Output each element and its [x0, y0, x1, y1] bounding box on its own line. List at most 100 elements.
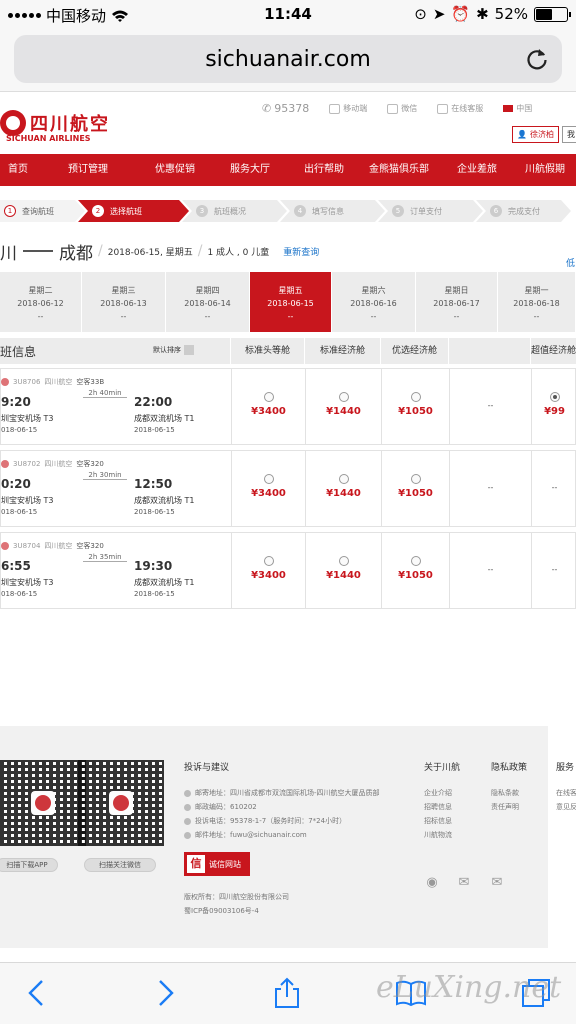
- my-account-button[interactable]: 我: [561, 126, 576, 143]
- wechat-link[interactable]: 微信: [387, 103, 417, 114]
- destination-city: 成都: [59, 243, 93, 264]
- fare-cell[interactable]: ¥1440: [305, 533, 381, 608]
- nav-service-hall[interactable]: 服务大厅: [210, 154, 290, 186]
- aircraft-type[interactable]: 空客320: [76, 541, 103, 551]
- step-number: 6: [490, 205, 502, 217]
- flight-info: 3U8704 四川航空 空客320 2h 35min 6:55 19:30 圳宝安机场 T3…: [1, 533, 231, 608]
- service-link[interactable]: 在线客: [556, 788, 576, 798]
- phone-icon: ✆: [262, 102, 272, 115]
- mail-icon[interactable]: ✉: [489, 876, 505, 890]
- step-label: 航班概况: [214, 206, 246, 216]
- privacy-link[interactable]: 责任声明: [491, 802, 519, 812]
- download-app-button[interactable]: 扫描下载APP: [0, 858, 58, 872]
- fare-price: ¥1050: [398, 488, 433, 499]
- fare-cell[interactable]: ¥1050: [381, 369, 449, 444]
- fare-radio[interactable]: [338, 556, 349, 566]
- route-arrow: [23, 250, 53, 252]
- credit-site-badge[interactable]: 信诚信网站: [184, 852, 250, 876]
- nav-panda-club[interactable]: 金熊猫俱乐部: [358, 154, 440, 186]
- nav-promotions[interactable]: 优惠促销: [140, 154, 210, 186]
- date-price: --: [204, 312, 211, 321]
- low-price-link[interactable]: 低: [566, 256, 575, 269]
- back-icon[interactable]: [22, 977, 54, 1009]
- privacy-link[interactable]: 隐私条款: [491, 788, 519, 798]
- language-label: 中国: [516, 104, 533, 113]
- step-search: 1 查询航班: [0, 200, 85, 222]
- about-link[interactable]: 企业介绍: [424, 788, 452, 798]
- departure-time: 0:20: [1, 477, 31, 491]
- departure-date: 018-06-15: [1, 426, 38, 434]
- share-icon[interactable]: [271, 977, 303, 1009]
- step-label: 选择航班: [110, 206, 142, 216]
- col-economy: 标准经济舱: [304, 338, 380, 364]
- date-tab[interactable]: 星期一 2018-06-18 --: [498, 272, 576, 332]
- fare-radio[interactable]: [549, 392, 560, 402]
- app-qr-code: [0, 760, 86, 846]
- date-tab[interactable]: 星期六 2018-06-16 --: [332, 272, 416, 332]
- date-value: 2018-06-18: [513, 299, 560, 308]
- nav-booking[interactable]: 预订管理: [36, 154, 140, 186]
- battery-icon: [534, 6, 571, 22]
- nav-business-travel[interactable]: 企业差旅: [440, 154, 514, 186]
- departure-airport: 圳宝安机场 T3: [1, 414, 54, 423]
- reload-icon[interactable]: [524, 46, 550, 72]
- fare-cell[interactable]: ¥1050: [381, 451, 449, 526]
- fare-radio[interactable]: [410, 474, 421, 484]
- mobile-link[interactable]: 移动端: [329, 103, 367, 114]
- fare-radio[interactable]: [263, 556, 274, 566]
- location-icon: ➤: [432, 5, 446, 23]
- nav-holidays[interactable]: 川航假期: [514, 154, 576, 186]
- date-tab[interactable]: 星期二 2018-06-12 --: [0, 272, 82, 332]
- forward-icon[interactable]: [148, 977, 180, 1009]
- fare-radio[interactable]: [410, 556, 421, 566]
- date-tab[interactable]: 星期四 2018-06-14 --: [166, 272, 250, 332]
- fare-radio[interactable]: [263, 392, 274, 402]
- location-pin-icon: [184, 789, 191, 797]
- about-link[interactable]: 招聘信息: [424, 802, 452, 812]
- date-tab[interactable]: 星期日 2018-06-17 --: [416, 272, 498, 332]
- weibo-icon[interactable]: ◉: [424, 876, 440, 890]
- date-tab[interactable]: 星期三 2018-06-13 --: [82, 272, 166, 332]
- fare-cell[interactable]: ¥3400: [231, 451, 305, 526]
- url-text[interactable]: sichuanair.com: [14, 47, 562, 72]
- sort-selector[interactable]: 默认排序: [153, 345, 194, 355]
- fare-cell[interactable]: ¥1440: [305, 369, 381, 444]
- booking-steps: 1 查询航班 2 选择航班 3 航班概况 4 填写信息 5 订单支付 6 完成支付: [0, 200, 576, 222]
- fare-radio[interactable]: [338, 392, 349, 402]
- online-service-label: 在线客服: [451, 104, 484, 113]
- date-tab-selected[interactable]: 星期五 2018-06-15 --: [250, 272, 332, 332]
- about-link[interactable]: 川航物流: [424, 830, 452, 840]
- fare-cell[interactable]: ¥99: [531, 369, 576, 444]
- service-link[interactable]: 意见反: [556, 802, 576, 812]
- flight-duration: 2h 40min: [83, 389, 127, 398]
- online-service-link[interactable]: 在线客服: [437, 103, 483, 114]
- arrival-date: 2018-06-15: [134, 508, 175, 516]
- email-text[interactable]: 邮件地址：fuwu@sichuanair.com: [195, 830, 307, 840]
- fare-cell[interactable]: ¥1440: [305, 451, 381, 526]
- logo[interactable]: 四川航空 SICHUAN AIRLINES: [0, 110, 110, 143]
- aircraft-type[interactable]: 空客33B: [76, 377, 104, 387]
- fare-radio[interactable]: [338, 474, 349, 484]
- address-bar[interactable]: sichuanair.com: [14, 35, 562, 83]
- fare-price: ¥99: [544, 406, 565, 417]
- research-link[interactable]: 重新查询: [283, 245, 319, 258]
- credit-label: 诚信网站: [209, 859, 241, 869]
- fare-cell: --: [531, 451, 576, 526]
- aircraft-type[interactable]: 空客320: [76, 459, 103, 469]
- about-link[interactable]: 招标信息: [424, 816, 452, 826]
- date-weekday: 星期五: [278, 286, 303, 295]
- language-selector[interactable]: 中国: [503, 103, 532, 114]
- follow-wechat-button[interactable]: 扫描关注微信: [84, 858, 156, 872]
- wechat-icon[interactable]: ✉: [456, 876, 472, 890]
- nav-home[interactable]: 首页: [0, 154, 36, 186]
- fare-cell[interactable]: ¥3400: [231, 533, 305, 608]
- airline-name: 四川航空: [44, 460, 73, 468]
- user-menu-button[interactable]: 👤 徐济柏: [512, 126, 559, 143]
- flight-info: 3U8702 四川航空 空客320 2h 30min 0:20 12:50 圳宝安机场 T3…: [1, 451, 231, 526]
- fare-cell[interactable]: ¥3400: [231, 369, 305, 444]
- travel-date: 2018-06-15, 星期五: [107, 247, 193, 258]
- fare-radio[interactable]: [263, 474, 274, 484]
- nav-travel-help[interactable]: 出行帮助: [290, 154, 358, 186]
- fare-radio[interactable]: [410, 392, 421, 402]
- fare-cell[interactable]: ¥1050: [381, 533, 449, 608]
